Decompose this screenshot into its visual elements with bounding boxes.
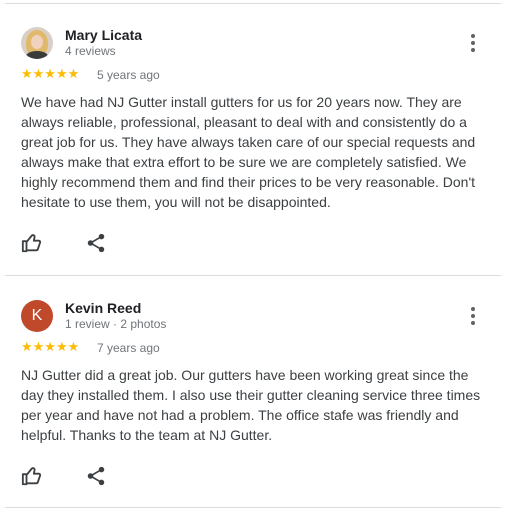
review-date: 5 years ago — [97, 68, 160, 82]
review-divider — [5, 275, 501, 276]
avatar[interactable] — [21, 27, 53, 59]
share-icon — [87, 466, 105, 486]
thumbs-up-icon — [21, 234, 42, 253]
share-icon — [87, 233, 105, 253]
bottom-divider — [5, 507, 501, 508]
review-date: 7 years ago — [97, 341, 160, 355]
share-button[interactable] — [85, 465, 107, 487]
review-text: We have had NJ Gutter install gutters fo… — [21, 94, 476, 210]
more-options-button[interactable] — [463, 304, 483, 328]
share-button[interactable] — [85, 232, 107, 254]
thumbs-up-icon — [21, 467, 42, 486]
star-rating: ★★★★★ — [21, 339, 80, 354]
avatar[interactable]: K — [21, 300, 53, 332]
like-button[interactable] — [21, 465, 43, 487]
reviewer-meta: 4 reviews — [65, 44, 116, 58]
top-divider — [5, 3, 501, 4]
like-button[interactable] — [21, 232, 43, 254]
star-rating: ★★★★★ — [21, 66, 80, 81]
reviewer-name[interactable]: Kevin Reed — [65, 300, 141, 316]
more-options-button[interactable] — [463, 31, 483, 55]
reviewer-name[interactable]: Mary Licata — [65, 27, 142, 43]
reviewer-meta: 1 review · 2 photos — [65, 317, 167, 331]
review-text: NJ Gutter did a great job. Our gutters h… — [21, 367, 481, 443]
